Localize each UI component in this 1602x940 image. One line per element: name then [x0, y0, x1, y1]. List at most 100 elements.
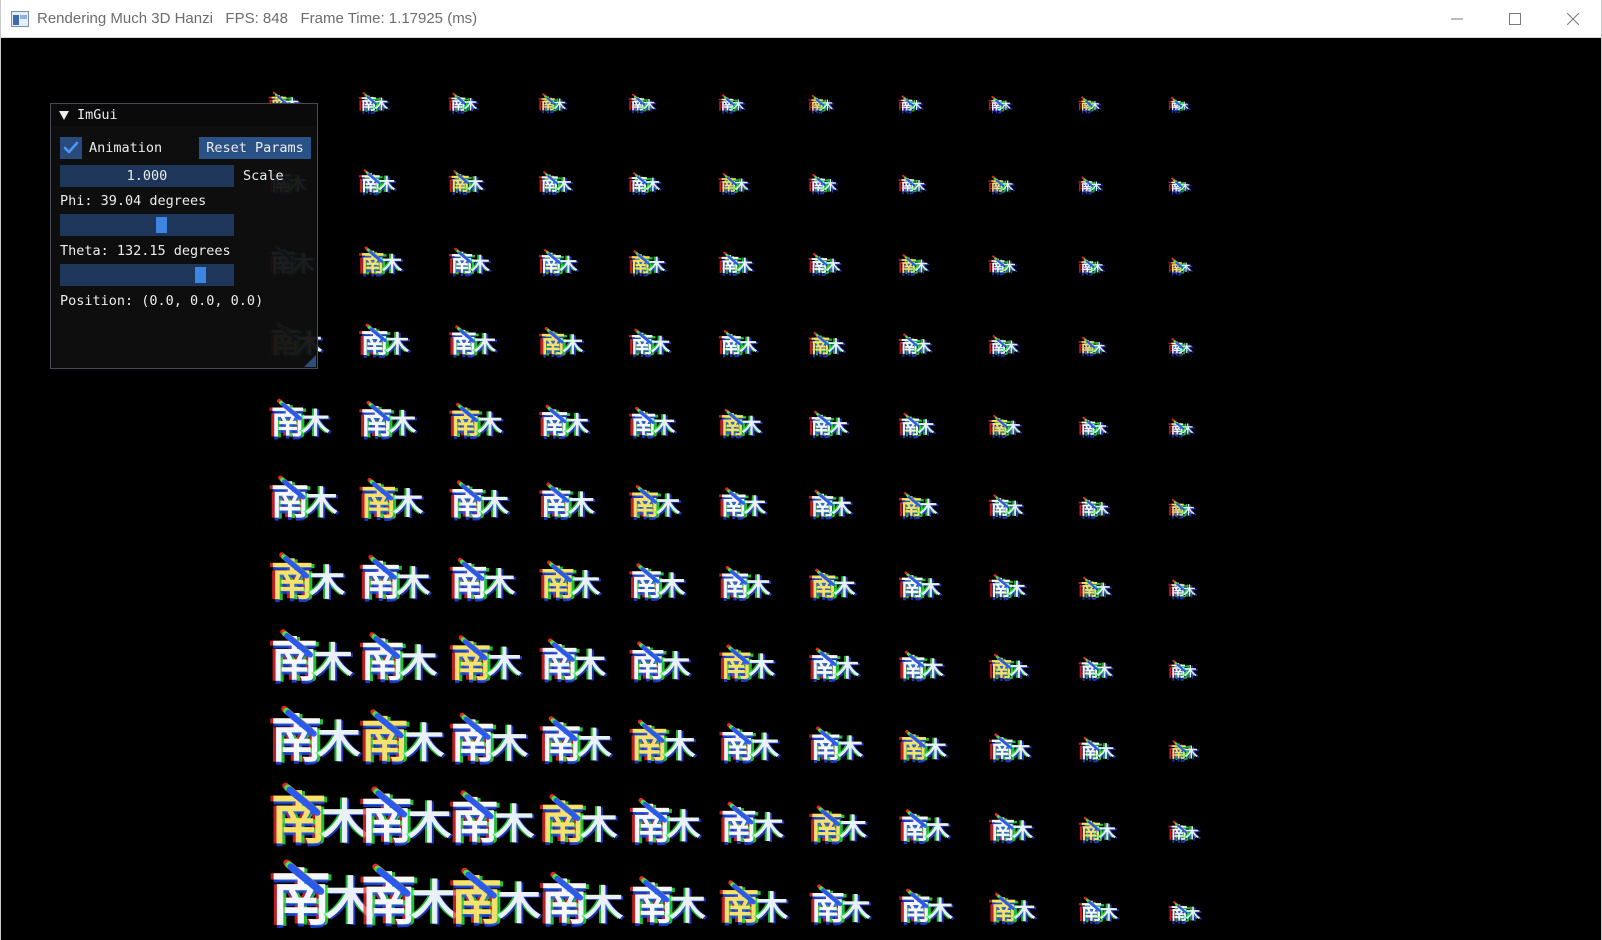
hanzi-glyph: 木: [827, 337, 845, 356]
hanzi-glyph: 木: [1093, 421, 1107, 436]
hanzi-glyph: 木: [923, 737, 947, 763]
hanzi-glyph: 木: [745, 573, 770, 601]
hanzi-glyph: 木: [583, 883, 623, 929]
hanzi-glyph: 木: [407, 798, 451, 849]
animation-row[interactable]: Animation: [60, 137, 162, 159]
hanzi-glyph: 木: [919, 498, 938, 519]
scale-value: 1.000: [126, 168, 168, 184]
checkmark-icon: [63, 141, 79, 154]
hanzi-glyph: 木: [755, 889, 788, 927]
hanzi-glyph: 木: [667, 807, 701, 846]
hanzi-glyph: 木: [463, 97, 477, 112]
hanzi-glyph: 木: [922, 657, 944, 681]
hanzi-glyph: 木: [739, 336, 758, 357]
hanzi-glyph: 木: [1013, 900, 1036, 925]
hanzi-glyph: 木: [568, 491, 595, 521]
phi-slider[interactable]: [60, 214, 234, 236]
phi-slider-grab[interactable]: [156, 217, 167, 233]
theta-slider[interactable]: [60, 264, 234, 286]
maximize-icon: [1509, 13, 1521, 25]
hanzi-glyph: 木: [316, 718, 361, 768]
hanzi-glyph: 木: [752, 811, 784, 846]
hanzi-glyph: 木: [748, 653, 776, 683]
hanzi-glyph: 木: [404, 719, 445, 767]
scale-label: Scale: [243, 168, 284, 184]
hanzi-glyph: 木: [1003, 260, 1016, 274]
hanzi-glyph: 木: [497, 880, 541, 930]
animation-checkbox[interactable]: [60, 137, 82, 159]
hanzi-glyph: 木: [833, 576, 856, 601]
hanzi-glyph: 木: [467, 175, 484, 194]
hanzi-glyph: 木: [1098, 822, 1116, 842]
theta-label: Theta: 132.15 degrees: [60, 243, 231, 259]
hanzi-glyph: 木: [580, 804, 618, 847]
hanzi-glyph: 木: [750, 731, 780, 764]
hanzi-glyph: 木: [570, 568, 600, 602]
hanzi-glyph: 木: [663, 729, 696, 765]
hanzi-glyph: 木: [313, 640, 353, 686]
hanzi-glyph: 木: [381, 253, 402, 276]
hanzi-glyph: 木: [917, 418, 935, 437]
hanzi-glyph: 木: [562, 333, 584, 357]
position-label: Position: (0.0, 0.0, 0.0): [60, 293, 264, 309]
imgui-title-bar[interactable]: ImGui: [51, 104, 317, 126]
hanzi-glyph: 木: [650, 334, 670, 357]
hanzi-glyph: 木: [470, 253, 490, 276]
window-controls: [1428, 0, 1602, 38]
hanzi-glyph: 木: [1094, 501, 1109, 518]
hanzi-glyph: 木: [565, 412, 590, 439]
hanzi-glyph: 木: [304, 484, 338, 522]
hanzi-glyph: 木: [573, 648, 606, 684]
hanzi-glyph: 木: [483, 567, 516, 603]
hanzi-glyph: 木: [491, 722, 529, 766]
hanzi-glyph: 木: [825, 258, 841, 275]
hanzi-glyph: 木: [1004, 339, 1019, 356]
hanzi-glyph: 木: [1011, 819, 1033, 843]
hanzi-glyph: 木: [1096, 662, 1113, 680]
hanzi-glyph: 木: [377, 174, 395, 194]
minimize-icon: [1451, 18, 1463, 20]
collapse-arrow-icon[interactable]: [59, 110, 69, 120]
animation-label: Animation: [89, 140, 163, 156]
resize-grip-icon[interactable]: [304, 355, 316, 367]
scale-drag-input[interactable]: 1.000: [60, 165, 234, 187]
hanzi-glyph: 木: [925, 816, 950, 844]
window-title: Rendering Much 3D Hanzi FPS: 848 Frame T…: [37, 10, 478, 27]
theta-slider-grab[interactable]: [195, 267, 206, 283]
reset-params-button[interactable]: Reset Params: [199, 137, 311, 159]
hanzi-glyph: 木: [741, 415, 762, 438]
imgui-window[interactable]: ImGui Animation Reset Params 1.000 Scale…: [50, 103, 318, 369]
hanzi-glyph: 木: [734, 177, 749, 194]
hanzi-glyph: 木: [653, 414, 676, 439]
hanzi-glyph: 木: [829, 416, 848, 438]
hanzi-glyph: 木: [927, 896, 954, 925]
hanzi-glyph: 木: [655, 492, 680, 520]
hanzi-glyph: 木: [736, 256, 753, 275]
hanzi-glyph: 木: [487, 645, 522, 685]
hanzi-glyph: 木: [1006, 499, 1023, 518]
close-icon: [1567, 13, 1579, 25]
app-icon: [11, 10, 29, 27]
title-bar[interactable]: Rendering Much 3D Hanzi FPS: 848 Frame T…: [0, 0, 1602, 38]
hanzi-glyph: 木: [473, 333, 496, 358]
hanzi-glyph: 木: [494, 800, 535, 848]
hanzi-glyph: 木: [1185, 906, 1201, 923]
hanzi-glyph: 木: [1183, 584, 1196, 598]
minimize-button[interactable]: [1428, 0, 1486, 38]
hanzi-glyph: 木: [914, 259, 929, 275]
hanzi-glyph: 木: [841, 892, 871, 926]
hanzi-glyph: 木: [309, 563, 345, 604]
hanzi-glyph: 木: [837, 734, 864, 763]
maximize-button[interactable]: [1486, 0, 1544, 38]
hanzi-glyph: 木: [669, 885, 706, 928]
phi-label: Phi: 39.04 degrees: [60, 193, 207, 209]
hanzi-glyph: 木: [1095, 581, 1111, 599]
hanzi-glyph: 木: [743, 495, 766, 520]
hanzi-glyph: 木: [300, 406, 330, 440]
hanzi-glyph: 木: [1099, 902, 1118, 924]
hanzi-glyph: 木: [576, 726, 612, 766]
hanzi-glyph: 木: [1010, 739, 1031, 762]
close-button[interactable]: [1544, 0, 1602, 38]
hanzi-glyph: 木: [397, 564, 431, 603]
app-window: Rendering Much 3D Hanzi FPS: 848 Frame T…: [0, 0, 1602, 940]
